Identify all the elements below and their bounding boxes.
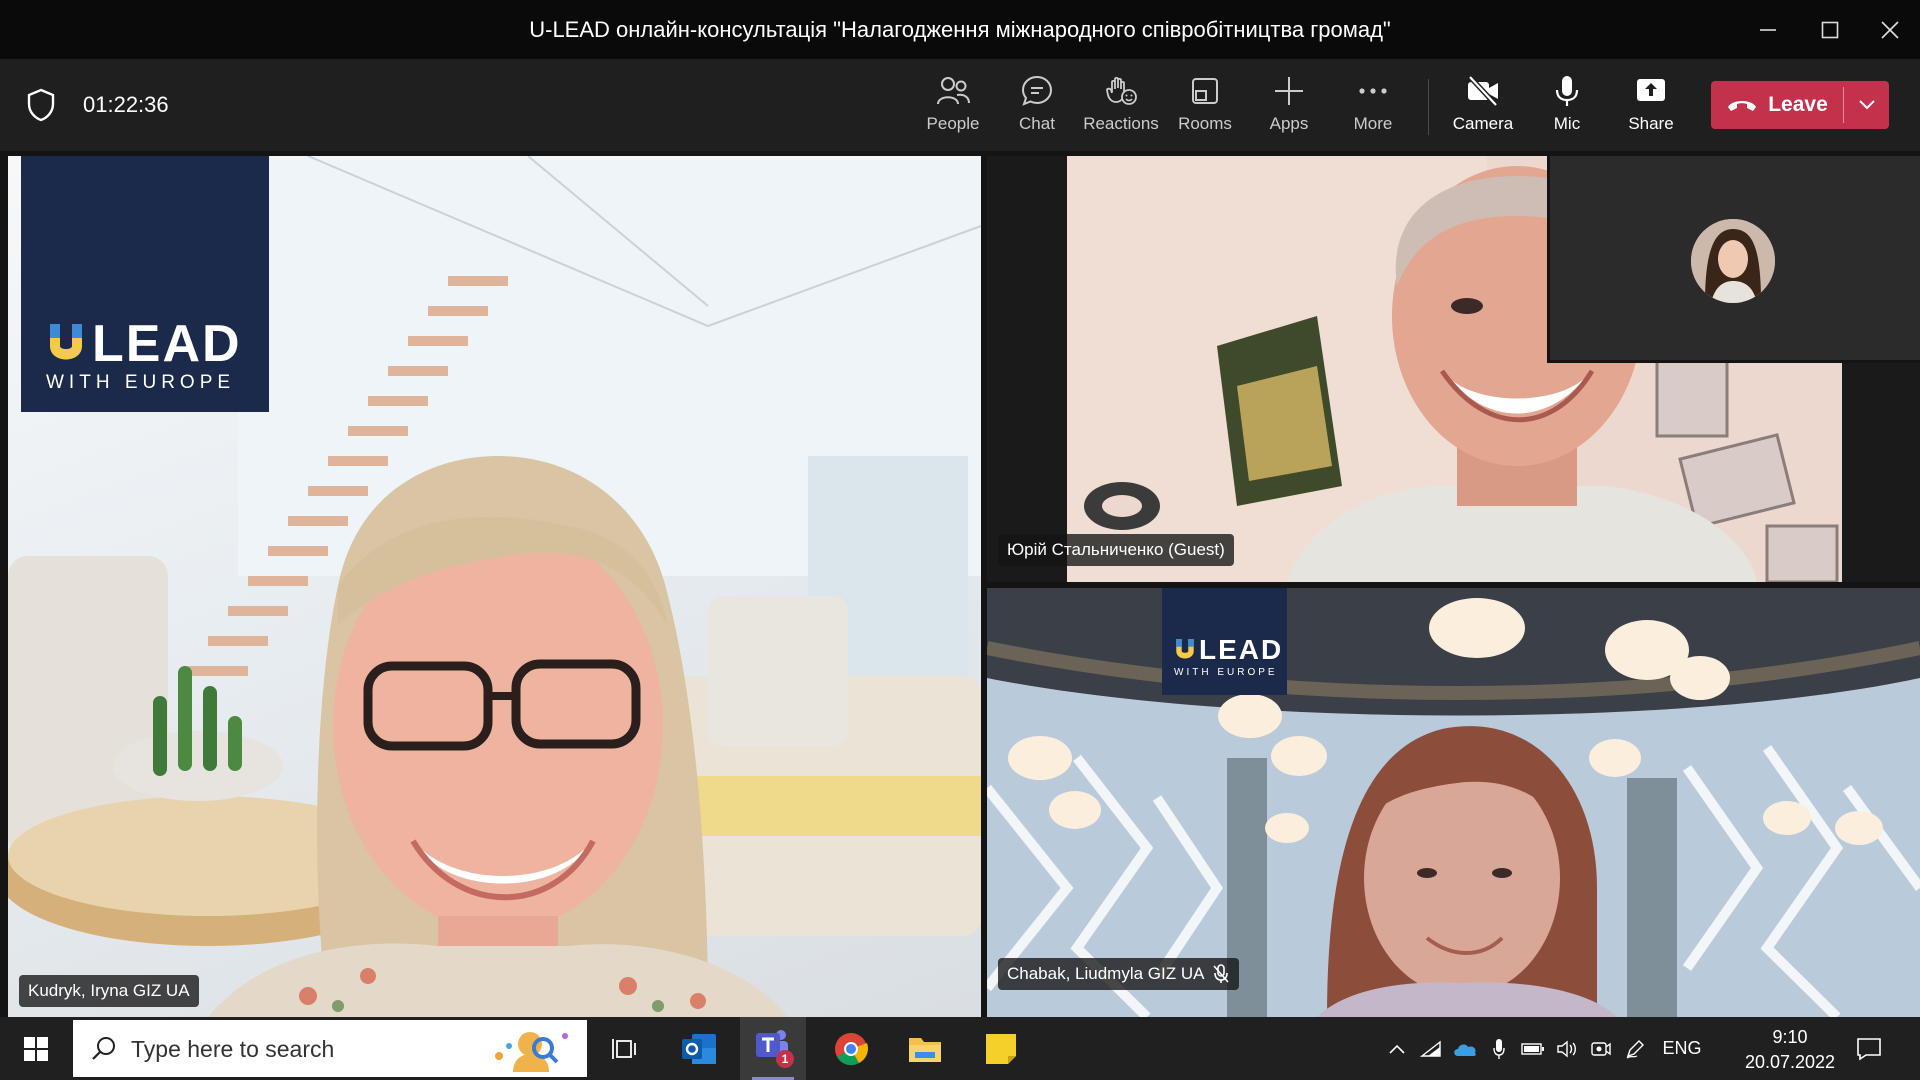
leave-options-button[interactable]	[1844, 81, 1889, 129]
participant-name-tag: Chabak, Liudmyla GIZ UA	[998, 958, 1240, 990]
participant-name-tag: Kudryk, Iryna GIZ UA	[19, 975, 199, 1007]
system-tray: ENG	[1380, 1017, 1712, 1080]
participant-name: Юрій Стальниченко (Guest)	[1007, 540, 1225, 559]
ulead-logo-text: LEAD	[1199, 634, 1284, 665]
clock-time: 9:10	[1772, 1027, 1808, 1047]
video-stage: LEAD WITH EUROPE Kudryk, Iryna GIZ UA Юр…	[0, 151, 1920, 1017]
file-explorer-app[interactable]	[903, 1027, 947, 1071]
reactions-icon	[1106, 76, 1137, 105]
toolbar-divider	[1428, 79, 1429, 135]
ulead-logo-small: LEAD WITH EUROPE	[1162, 588, 1287, 695]
clock-date: 20.07.2022	[1744, 1052, 1836, 1072]
sticky-notes-icon	[986, 1034, 1016, 1064]
chat-label: Chat	[1019, 114, 1055, 133]
people-icon	[937, 77, 970, 105]
microphone-icon	[1555, 76, 1579, 106]
leave-button[interactable]: Leave	[1711, 81, 1843, 129]
rooms-button[interactable]: Rooms	[1163, 74, 1247, 142]
leave-button-group: Leave	[1711, 81, 1889, 129]
ulead-logo-subtitle: WITH EUROPE	[1174, 667, 1278, 678]
task-view-button[interactable]	[603, 1027, 647, 1071]
shield-icon	[26, 88, 56, 127]
participant-video-third[interactable]: LEAD WITH EUROPE Chabak, Liudmyla GIZ UA	[987, 588, 1920, 1017]
search-placeholder: Type here to search	[131, 1036, 335, 1062]
task-view-icon	[612, 1039, 636, 1059]
self-view-tile[interactable]	[1547, 156, 1920, 363]
ulead-u-icon	[1176, 639, 1194, 659]
camera-off-icon	[1468, 75, 1498, 107]
reactions-label: Reactions	[1083, 114, 1159, 133]
ulead-u-icon	[50, 324, 82, 360]
taskbar-search[interactable]: Type here to search	[73, 1020, 587, 1077]
participant-video-guest[interactable]: Юрій Стальниченко (Guest)	[987, 156, 1920, 582]
more-icon	[1359, 88, 1387, 94]
ulead-logo-main: LEAD WITH EUROPE	[21, 156, 269, 412]
volume-icon[interactable]	[1550, 1040, 1584, 1058]
search-icon	[92, 1037, 115, 1060]
mic-label: Mic	[1553, 114, 1581, 133]
onedrive-icon[interactable]	[1448, 1041, 1482, 1057]
chevron-up-icon	[1389, 1044, 1405, 1054]
camera-label: Camera	[1452, 114, 1514, 133]
battery-icon[interactable]	[1516, 1042, 1550, 1056]
meet-now-icon[interactable]	[1584, 1039, 1618, 1059]
meeting-toolbar: 01:22:36 People Chat Reactions Rooms App…	[0, 59, 1920, 151]
rooms-label: Rooms	[1178, 114, 1232, 133]
ulead-logo-text: LEAD	[92, 315, 242, 373]
people-label: People	[926, 114, 980, 133]
windows-taskbar: Type here to search 1 ENG 9:10 20.07.202…	[0, 1017, 1920, 1080]
avatar	[1691, 219, 1775, 303]
camera-button[interactable]: Camera	[1441, 74, 1525, 142]
plus-icon	[1275, 77, 1303, 105]
ulead-logo-subtitle: WITH EUROPE	[46, 372, 236, 393]
notification-icon	[1857, 1038, 1881, 1061]
more-button[interactable]: More	[1331, 74, 1415, 142]
pen-icon[interactable]	[1618, 1039, 1652, 1059]
share-label: Share	[1628, 114, 1674, 133]
outlook-icon	[682, 1034, 716, 1064]
teams-app-active[interactable]: 1	[740, 1017, 806, 1080]
apps-label: Apps	[1269, 114, 1309, 133]
mic-button[interactable]: Mic	[1525, 74, 1609, 142]
participant-name-tag: Юрій Стальниченко (Guest)	[998, 534, 1234, 566]
mic-muted-icon	[1213, 964, 1230, 983]
file-explorer-icon	[909, 1038, 941, 1062]
apps-button[interactable]: Apps	[1247, 74, 1331, 142]
participant-video-main[interactable]: LEAD WITH EUROPE Kudryk, Iryna GIZ UA	[8, 156, 981, 1017]
maximize-button[interactable]	[1810, 10, 1850, 50]
notification-badge: 1	[776, 1050, 794, 1068]
reactions-button[interactable]: Reactions	[1079, 74, 1163, 142]
chat-icon	[1021, 75, 1053, 106]
leave-label: Leave	[1768, 93, 1828, 116]
call-timer: 01:22:36	[83, 92, 169, 117]
show-hidden-icons-button[interactable]	[1380, 1044, 1414, 1054]
video-scene-third	[987, 588, 1920, 1017]
participant-name: Kudryk, Iryna GIZ UA	[28, 981, 190, 1000]
chrome-icon	[835, 1033, 869, 1066]
outlook-app[interactable]	[677, 1027, 721, 1071]
chat-button[interactable]: Chat	[995, 74, 1079, 142]
windows-logo-icon	[24, 1037, 48, 1061]
microphone-tray-icon[interactable]	[1482, 1038, 1516, 1060]
action-center-button[interactable]	[1847, 1027, 1891, 1071]
taskbar-clock[interactable]: 9:10 20.07.2022	[1740, 1025, 1840, 1075]
share-button[interactable]: Share	[1609, 74, 1693, 142]
close-button[interactable]	[1870, 10, 1910, 50]
more-label: More	[1353, 114, 1393, 133]
start-button[interactable]	[14, 1027, 58, 1071]
network-icon[interactable]	[1414, 1040, 1448, 1058]
minimize-button[interactable]	[1748, 10, 1788, 50]
input-language[interactable]: ENG	[1652, 1038, 1712, 1059]
participant-name: Chabak, Liudmyla GIZ UA	[1007, 964, 1205, 983]
search-highlight-icon	[495, 1032, 568, 1072]
hang-up-icon	[1728, 101, 1757, 111]
chevron-down-icon	[1858, 100, 1875, 110]
rooms-icon	[1192, 78, 1218, 104]
sticky-notes-app[interactable]	[979, 1027, 1023, 1071]
share-screen-icon	[1637, 79, 1665, 101]
people-button[interactable]: People	[911, 74, 995, 142]
window-title: U-LEAD онлайн-консультація "Налагодження…	[529, 17, 1391, 42]
chrome-app[interactable]	[829, 1027, 873, 1071]
title-bar: U-LEAD онлайн-консультація "Налагодження…	[0, 0, 1920, 59]
